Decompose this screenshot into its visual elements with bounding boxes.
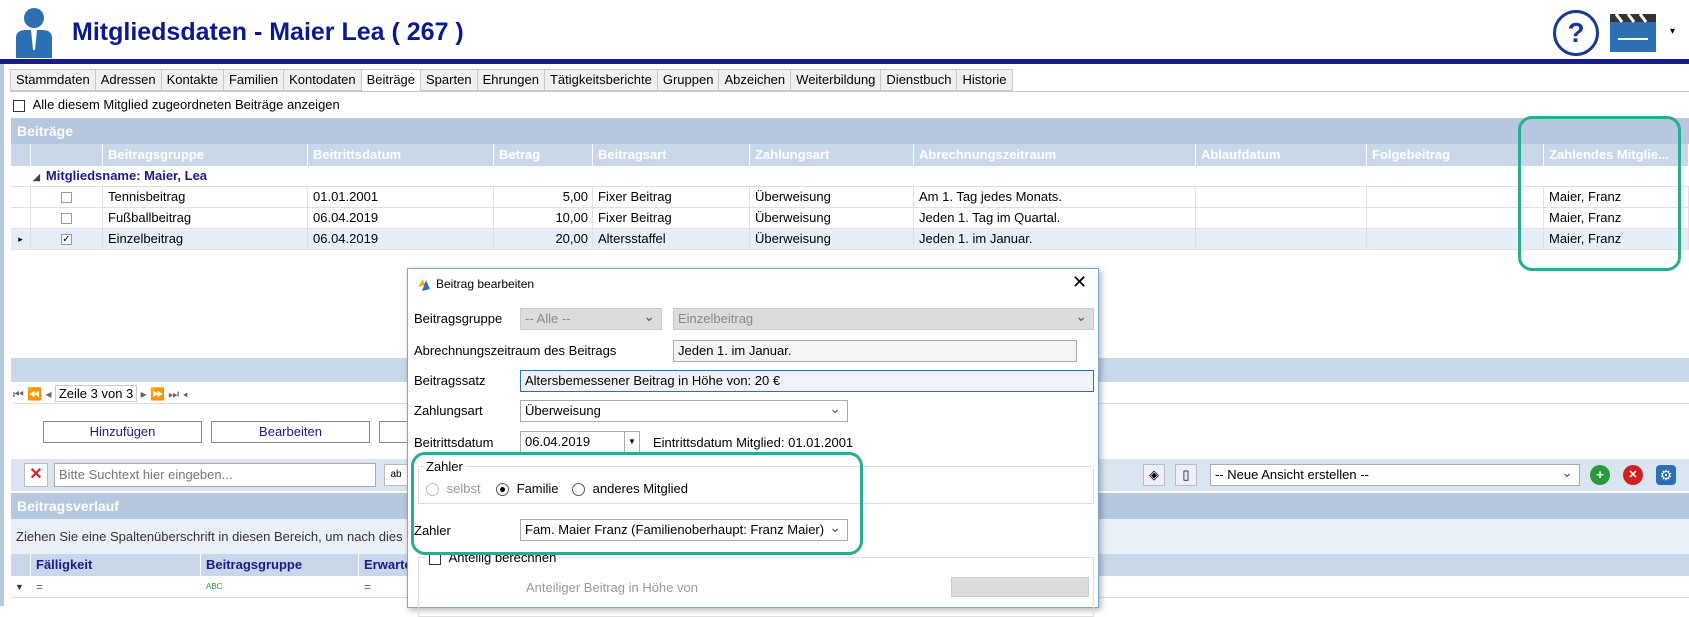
filter-equals-icon[interactable]: = [364, 576, 371, 598]
add-view-icon[interactable]: + [1590, 465, 1610, 485]
row-checkbox[interactable]: ✓ [61, 234, 72, 246]
beitraege-grid-header: Beitragsgruppe Beitrittsdatum Betrag Bei… [11, 144, 1689, 166]
dialog-title: Beitrag bearbeiten [436, 277, 535, 291]
left-edge [0, 64, 4, 606]
zeitraum-field: Jeden 1. im Januar. [673, 340, 1077, 362]
collapse-icon[interactable]: ◢ [33, 172, 40, 182]
pager-status: Zeile 3 von 3 [54, 385, 138, 402]
spellcheck-icon[interactable]: ab [384, 464, 408, 486]
clapperboard-icon[interactable] [1608, 10, 1658, 54]
filter-text-icon[interactable]: ABC [206, 576, 222, 598]
pager-scroll-left-icon[interactable]: ◂ [182, 387, 187, 401]
settings-gear-icon[interactable]: ⚙ [1656, 465, 1676, 485]
chevron-down-icon[interactable]: ▾ [1670, 26, 1675, 37]
col-verlauf-beitragsgruppe[interactable]: Beitragsgruppe [201, 554, 359, 576]
row-checkbox[interactable] [61, 192, 72, 204]
beitrittsdatum-label: Beitrittsdatum [414, 435, 494, 450]
check-header [31, 144, 103, 166]
beitraege-grid-body: Tennisbeitrag 01.01.2001 5,00 Fixer Beit… [11, 187, 1689, 251]
pager-first-icon[interactable]: ⏮ [13, 387, 24, 401]
edit-button[interactable]: Bearbeiten [211, 421, 370, 443]
tab-taetigkeitsberichte[interactable]: Tätigkeitsberichte [543, 69, 657, 91]
col-zahlungsart[interactable]: Zahlungsart [750, 144, 914, 166]
tab-stammdaten[interactable]: Stammdaten [10, 69, 95, 91]
show-all-row: Alle diesem Mitglied zugeordneten Beiträ… [13, 97, 340, 112]
tab-historie[interactable]: Historie [956, 69, 1013, 91]
highlight-zahler-column [1518, 116, 1681, 271]
member-avatar-icon [14, 6, 54, 58]
beitrittsdatum-field[interactable]: 06.04.2019 [520, 431, 640, 453]
tab-weiterbildung[interactable]: Weiterbildung [790, 69, 881, 91]
col-beitrittsdatum[interactable]: Beitrittsdatum [308, 144, 494, 166]
show-all-label: Alle diesem Mitglied zugeordneten Beiträ… [32, 97, 340, 112]
tab-ehrungen[interactable]: Ehrungen [476, 69, 544, 91]
help-icon[interactable]: ? [1553, 10, 1599, 56]
table-row[interactable]: Tennisbeitrag 01.01.2001 5,00 Fixer Beit… [11, 187, 1689, 208]
book-icon[interactable]: ▯ [1175, 464, 1197, 486]
pager-next-page-icon[interactable]: ⏩ [150, 387, 165, 401]
tab-beitraege[interactable]: Beiträge [360, 69, 421, 92]
pager-prev-page-icon[interactable]: ⏪ [27, 387, 42, 401]
anteilig-betrag-field [951, 577, 1089, 597]
layers-icon[interactable]: ◈ [1143, 464, 1165, 486]
clear-search-icon[interactable]: ✕ [24, 463, 48, 487]
date-picker-icon[interactable]: ▼ [624, 432, 639, 452]
row-pointer-icon: ▸ [11, 229, 31, 249]
zahlungsart-label: Zahlungsart [414, 403, 483, 418]
view-select[interactable]: -- Neue Ansicht erstellen -- [1210, 464, 1580, 486]
col-beitragsgruppe[interactable]: Beitragsgruppe [103, 144, 308, 166]
anteilig-betrag-label: Anteiliger Beitrag in Höhe von [526, 580, 698, 595]
table-row[interactable]: Fußballbeitrag 06.04.2019 10,00 Fixer Be… [11, 208, 1689, 229]
search-input[interactable]: Bitte Suchtext hier eingeben... [54, 463, 376, 487]
tab-sparten[interactable]: Sparten [420, 69, 477, 91]
tab-dienstbuch[interactable]: Dienstbuch [880, 69, 957, 91]
filter-pin-icon: ▼ [15, 582, 24, 592]
beitragsgruppe-label: Beitragsgruppe [414, 311, 503, 326]
tab-bar: Stammdaten Adressen Kontakte Familien Ko… [10, 69, 1013, 92]
show-all-checkbox[interactable] [13, 99, 25, 112]
group-row[interactable]: ◢ Mitgliedsname: Maier, Lea [11, 166, 1689, 187]
pager-prev-icon[interactable]: ◂ [45, 387, 51, 401]
tab-underline [10, 91, 1689, 92]
beitragssatz-field[interactable]: Altersbemessener Beitrag in Höhe von: 20… [520, 370, 1094, 392]
col-abrechnungszeitraum[interactable]: Abrechnungszeitraum [914, 144, 1196, 166]
dialog-app-icon [416, 277, 432, 293]
filter-equals-icon[interactable]: = [36, 576, 43, 598]
tab-kontodaten[interactable]: Kontodaten [283, 69, 361, 91]
tab-adressen[interactable]: Adressen [94, 69, 161, 91]
beitragsgruppe-filter-select: -- Alle -- [520, 308, 662, 330]
col-beitragsart[interactable]: Beitragsart [593, 144, 750, 166]
group-label: Mitgliedsname: Maier, Lea [45, 168, 208, 183]
beitragsgruppe-select: Einzelbeitrag [673, 308, 1094, 330]
edit-contribution-dialog: Beitrag bearbeiten ✕ Beitragsgruppe -- A… [407, 268, 1099, 617]
row-indicator-header [11, 144, 31, 166]
add-button[interactable]: Hinzufügen [43, 421, 202, 443]
tab-gruppen[interactable]: Gruppen [656, 69, 719, 91]
page-title: Mitgliedsdaten - Maier Lea ( 267 ) [72, 18, 464, 46]
tab-kontakte[interactable]: Kontakte [160, 69, 223, 91]
zeitraum-label: Abrechnungszeitraum des Beitrags [414, 343, 617, 358]
tab-familien[interactable]: Familien [222, 69, 284, 91]
title-bar: Mitgliedsdaten - Maier Lea ( 267 ) ? ▾ [0, 0, 1689, 64]
close-icon[interactable]: ✕ [1072, 272, 1087, 293]
pager-next-icon[interactable]: ▸ [141, 387, 147, 401]
highlight-zahler-section [411, 452, 863, 555]
zahlungsart-select[interactable]: Überweisung [520, 400, 848, 422]
tab-abzeichen[interactable]: Abzeichen [718, 69, 791, 91]
table-row-selected[interactable]: ▸ ✓ Einzelbeitrag 06.04.2019 20,00 Alter… [11, 229, 1689, 250]
pager-last-icon[interactable]: ⏭ [168, 387, 179, 401]
beitraege-section-title: Beiträge [11, 118, 1689, 144]
delete-view-icon[interactable]: ✕ [1623, 465, 1643, 485]
col-faelligkeit[interactable]: Fälligkeit [31, 554, 201, 576]
beitragssatz-label: Beitragssatz [414, 373, 486, 388]
col-betrag[interactable]: Betrag [494, 144, 593, 166]
eintrittsdatum-info: Eintrittsdatum Mitglied: 01.01.2001 [653, 435, 854, 450]
row-checkbox[interactable] [61, 213, 72, 225]
col-ablaufdatum[interactable]: Ablaufdatum [1196, 144, 1367, 166]
